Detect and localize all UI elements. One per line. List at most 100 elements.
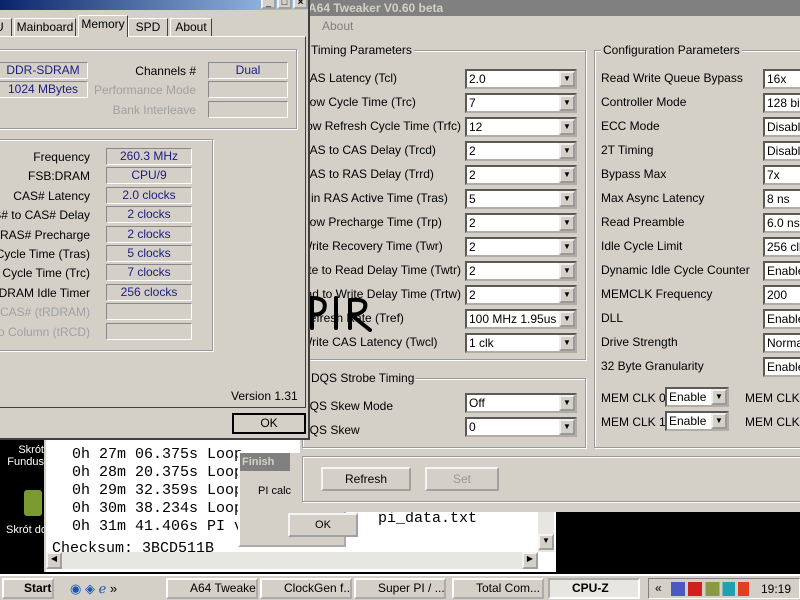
- performance-mode-value: [208, 81, 288, 98]
- timing-value: CPU/9: [106, 167, 192, 185]
- close-button[interactable]: ×: [293, 0, 308, 9]
- timing-combo[interactable]: 2 ▼: [465, 213, 577, 233]
- tray-app-icons[interactable]: [671, 582, 749, 596]
- output-line: 0h 28m 20.375s Loop: [72, 464, 244, 481]
- desktop-icon-fundus[interactable]: Skrót Fundus: [0, 444, 44, 468]
- config-label: MEMCLK Frequency: [601, 287, 713, 301]
- tab-spd[interactable]: SPD: [128, 18, 168, 36]
- tray-expand-icon[interactable]: «: [655, 581, 662, 595]
- bank-interleave-value: [208, 101, 288, 118]
- quicklaunch-icons[interactable]: ◉ ◈ ℯ »: [70, 581, 160, 597]
- memclk-label: MEM CLK 3: [745, 415, 800, 429]
- timing-combo[interactable]: 5 ▼: [465, 189, 577, 209]
- timing-combo[interactable]: 2 ▼: [465, 165, 577, 185]
- memclk-combo[interactable]: Enable ▼: [665, 387, 729, 407]
- tweaker-title-bar[interactable]: A64 Tweaker V0.60 beta: [300, 0, 800, 16]
- config-combo[interactable]: 256 clk▼: [763, 237, 800, 257]
- config-combo[interactable]: Enable▼: [763, 357, 800, 377]
- tab-panel: DDR-SDRAM 1024 MBytes Channels # Dual Pe…: [0, 36, 306, 408]
- timing-combo[interactable]: 2 ▼: [465, 285, 577, 305]
- tab-about[interactable]: About: [170, 18, 212, 36]
- timing-combo[interactable]: 1 clk ▼: [465, 333, 577, 353]
- config-combo[interactable]: 200▼: [763, 285, 800, 305]
- config-combo[interactable]: 8 ns▼: [763, 189, 800, 209]
- config-combo[interactable]: Enable▼: [763, 261, 800, 281]
- chevron-down-icon[interactable]: ▼: [559, 191, 575, 207]
- chevron-down-icon[interactable]: ▼: [559, 143, 575, 159]
- taskbar-item[interactable]: Total Com...: [452, 578, 544, 599]
- config-combo[interactable]: 128 bit▼: [763, 93, 800, 113]
- timing-combo[interactable]: 12 ▼: [465, 117, 577, 137]
- config-combo[interactable]: 7x▼: [763, 165, 800, 185]
- config-label: 2T Timing: [601, 143, 654, 157]
- chevron-down-icon[interactable]: ▼: [559, 119, 575, 135]
- config-combo[interactable]: Disable▼: [763, 141, 800, 161]
- set-button[interactable]: Set: [425, 467, 499, 491]
- config-combo[interactable]: Enable▼: [763, 309, 800, 329]
- desktop-icon-skrot[interactable]: Skrót do: [6, 524, 47, 536]
- config-combo-value: 256 clk: [767, 240, 800, 254]
- config-combo[interactable]: Disable▼: [763, 117, 800, 137]
- tab-memory[interactable]: Memory: [78, 15, 128, 37]
- channels-label: Channels #: [135, 64, 196, 78]
- maximize-button[interactable]: □: [277, 0, 292, 9]
- memclk-combo[interactable]: Enable ▼: [665, 411, 729, 431]
- dqs-combo[interactable]: Off ▼: [465, 393, 577, 413]
- output-line: 0h 27m 06.375s Loop: [72, 446, 244, 463]
- timing-label: CAS Latency (Tcl): [301, 71, 398, 85]
- chevron-down-icon[interactable]: ▼: [559, 95, 575, 111]
- memclk-combo-value: Enable: [669, 390, 707, 404]
- chevron-down-icon[interactable]: ▼: [559, 71, 575, 87]
- timing-combo-value: 100 MHz 1.95us *: [469, 312, 565, 326]
- chevron-down-icon[interactable]: ▼: [559, 335, 575, 351]
- output-line: 0h 30m 38.234s Loop: [72, 500, 244, 517]
- chevron-down-icon[interactable]: ▼: [711, 389, 727, 405]
- minimize-button[interactable]: _: [261, 0, 276, 9]
- timing-combo[interactable]: 2 ▼: [465, 141, 577, 161]
- timing-label: Write Recovery Time (Twr): [301, 239, 443, 253]
- general-group: DDR-SDRAM 1024 MBytes Channels # Dual Pe…: [0, 49, 297, 129]
- taskbar-item[interactable]: Super PI / ...: [354, 578, 446, 599]
- chevron-down-icon[interactable]: ▼: [559, 167, 575, 183]
- chevron-down-icon[interactable]: ▼: [711, 413, 727, 429]
- channels-value: Dual: [208, 62, 288, 79]
- chevron-down-icon[interactable]: ▼: [559, 263, 575, 279]
- timing-combo[interactable]: 2 ▼: [465, 237, 577, 257]
- config-combo[interactable]: 16x▼: [763, 69, 800, 89]
- config-combo[interactable]: 6.0 ns▼: [763, 213, 800, 233]
- scroll-right-button[interactable]: ▶: [522, 552, 538, 569]
- taskbar-item[interactable]: CPU-Z: [548, 578, 640, 599]
- clock[interactable]: 19:19: [761, 582, 791, 596]
- taskbar-item[interactable]: A64 Tweaker: [166, 578, 258, 599]
- taskbar-item[interactable]: ClockGen f...: [260, 578, 352, 599]
- start-button[interactable]: Start: [2, 578, 54, 599]
- scroll-down-button[interactable]: ▼: [538, 534, 554, 550]
- horizontal-scrollbar[interactable]: ◀ ▶: [46, 552, 538, 569]
- chevron-down-icon[interactable]: ▼: [559, 395, 575, 411]
- chevron-down-icon[interactable]: ▼: [559, 239, 575, 255]
- action-panel: Refresh Set: [302, 456, 800, 502]
- config-label: Dynamic Idle Cycle Counter: [601, 263, 750, 277]
- chevron-down-icon[interactable]: ▼: [559, 215, 575, 231]
- cpuz-ok-button[interactable]: OK: [232, 413, 306, 434]
- refresh-button[interactable]: Refresh: [321, 467, 411, 491]
- menu-about[interactable]: About: [322, 19, 353, 33]
- checksum: Checksum: 3BCD511B: [52, 540, 215, 552]
- tab-cpu[interactable]: CPU: [0, 18, 12, 36]
- scroll-left-button[interactable]: ◀: [46, 552, 62, 569]
- timing-combo[interactable]: 100 MHz 1.95us * ▼: [465, 309, 577, 329]
- chevron-down-icon[interactable]: ▼: [559, 419, 575, 435]
- timing-combo[interactable]: 2 ▼: [465, 261, 577, 281]
- config-label: ECC Mode: [601, 119, 660, 133]
- timing-combo[interactable]: 2.0 ▼: [465, 69, 577, 89]
- config-combo[interactable]: Normal▼: [763, 333, 800, 353]
- chevron-down-icon[interactable]: ▼: [559, 287, 575, 303]
- dqs-combo[interactable]: 0 ▼: [465, 417, 577, 437]
- timing-label: RAS to CAS Delay (Trcd): [301, 143, 436, 157]
- chevron-down-icon[interactable]: ▼: [559, 311, 575, 327]
- finish-ok-button[interactable]: OK: [288, 513, 358, 537]
- tab-mainboard[interactable]: Mainboard: [14, 18, 76, 36]
- timing-combo[interactable]: 7 ▼: [465, 93, 577, 113]
- desktop-shortcut-icon[interactable]: [24, 490, 42, 516]
- config-label: DLL: [601, 311, 624, 325]
